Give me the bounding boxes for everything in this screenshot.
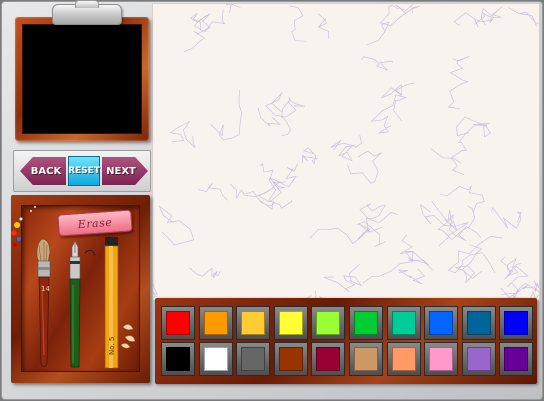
crackle-line — [370, 94, 408, 134]
color-swatch-holder — [499, 306, 534, 340]
color-swatch[interactable] — [278, 311, 303, 335]
color-swatch-holder — [198, 306, 233, 340]
crackle-line — [491, 206, 522, 229]
next-button[interactable]: NEXT — [102, 157, 148, 185]
navigation-bar: BACK RESET NEXT — [13, 150, 151, 192]
back-button[interactable]: BACK — [20, 157, 66, 185]
color-swatch[interactable] — [166, 311, 190, 335]
crackle-line — [347, 150, 382, 184]
color-swatch-holder — [386, 342, 421, 376]
crackle-line — [330, 135, 362, 162]
crackle-line — [447, 56, 470, 110]
next-button-label: NEXT — [106, 165, 136, 177]
crackle-line — [431, 200, 481, 242]
color-swatch-holder — [461, 306, 496, 340]
color-swatch-holder — [236, 306, 271, 340]
reset-button[interactable]: RESET — [68, 156, 100, 186]
crackle-line — [229, 177, 285, 199]
color-swatch-holder — [461, 342, 496, 376]
crackle-line — [437, 205, 475, 241]
color-swatch[interactable] — [241, 311, 266, 335]
color-swatch[interactable] — [354, 347, 378, 371]
preview-frame — [15, 17, 149, 141]
color-swatch[interactable] — [504, 311, 529, 335]
color-swatch-holder — [424, 342, 459, 376]
color-swatch-holder — [161, 342, 195, 376]
color-swatch[interactable] — [504, 347, 529, 371]
color-swatch[interactable] — [316, 347, 341, 371]
crackle-line — [439, 185, 485, 213]
color-swatch[interactable] — [391, 347, 416, 371]
eraser-label: Erase — [77, 215, 113, 231]
color-swatch[interactable] — [166, 347, 190, 371]
crackle-line — [361, 56, 394, 71]
color-swatch-holder — [161, 306, 195, 340]
crackle-line — [158, 205, 195, 246]
crackle-line — [359, 203, 398, 233]
color-swatch[interactable] — [429, 347, 454, 371]
color-swatch-holder — [236, 342, 271, 376]
color-swatch[interactable] — [429, 311, 454, 335]
color-swatch[interactable] — [354, 311, 378, 335]
clipboard-clip-icon — [52, 0, 122, 25]
crackle-line — [194, 9, 226, 33]
color-swatch-holder — [499, 342, 534, 376]
crackle-line — [198, 183, 228, 201]
crackle-line — [169, 121, 196, 149]
crackle-line — [153, 276, 159, 298]
canvas-crackle-texture — [153, 4, 539, 300]
color-swatch-holder — [349, 306, 383, 340]
color-swatch[interactable] — [316, 311, 341, 335]
color-swatch[interactable] — [466, 311, 491, 335]
crackle-line — [301, 147, 319, 165]
color-swatch-holder — [273, 342, 308, 376]
color-swatch[interactable] — [391, 311, 416, 335]
color-palette — [155, 298, 537, 384]
crackle-line — [309, 223, 383, 245]
crackle-line — [265, 91, 297, 118]
preview-screen — [22, 24, 142, 134]
crackle-line — [317, 13, 329, 40]
crackle-line — [398, 268, 426, 285]
crackle-line — [508, 7, 539, 27]
pencil-shavings-icon — [120, 324, 136, 349]
crackle-line — [189, 267, 221, 279]
crackle-line — [183, 19, 211, 53]
fountain-pen-icon[interactable] — [69, 240, 96, 368]
crackle-line — [290, 5, 307, 42]
color-swatch[interactable] — [203, 347, 228, 371]
paint-splatter-icon — [11, 206, 36, 247]
color-swatch-holder — [311, 306, 346, 340]
color-swatch[interactable] — [278, 347, 303, 371]
crackle-line — [419, 203, 469, 247]
color-swatch-holder — [424, 306, 459, 340]
color-swatch-holder — [311, 342, 346, 376]
crackle-line — [210, 89, 243, 141]
color-swatch-holder — [198, 342, 233, 376]
paintbrush-icon[interactable]: 14 — [36, 238, 51, 367]
crackle-line — [455, 244, 483, 284]
reset-button-label: RESET — [68, 166, 100, 176]
pencil-icon[interactable]: No. 5 — [104, 237, 119, 369]
brush-number: 14 — [41, 285, 50, 293]
crackle-line — [366, 21, 390, 46]
color-swatch-holder — [349, 342, 383, 376]
drawing-canvas[interactable] — [152, 3, 540, 301]
color-swatch[interactable] — [241, 347, 266, 371]
color-swatch-holder — [386, 306, 421, 340]
back-button-label: BACK — [30, 165, 62, 177]
crackle-line — [225, 4, 241, 13]
crackle-line — [323, 263, 363, 293]
color-swatch[interactable] — [203, 311, 228, 335]
color-swatch-holder — [273, 306, 308, 340]
pencil-label: No. 5 — [108, 337, 116, 355]
color-swatch[interactable] — [466, 347, 491, 371]
crackle-line — [474, 6, 503, 26]
crackle-line — [257, 107, 281, 127]
